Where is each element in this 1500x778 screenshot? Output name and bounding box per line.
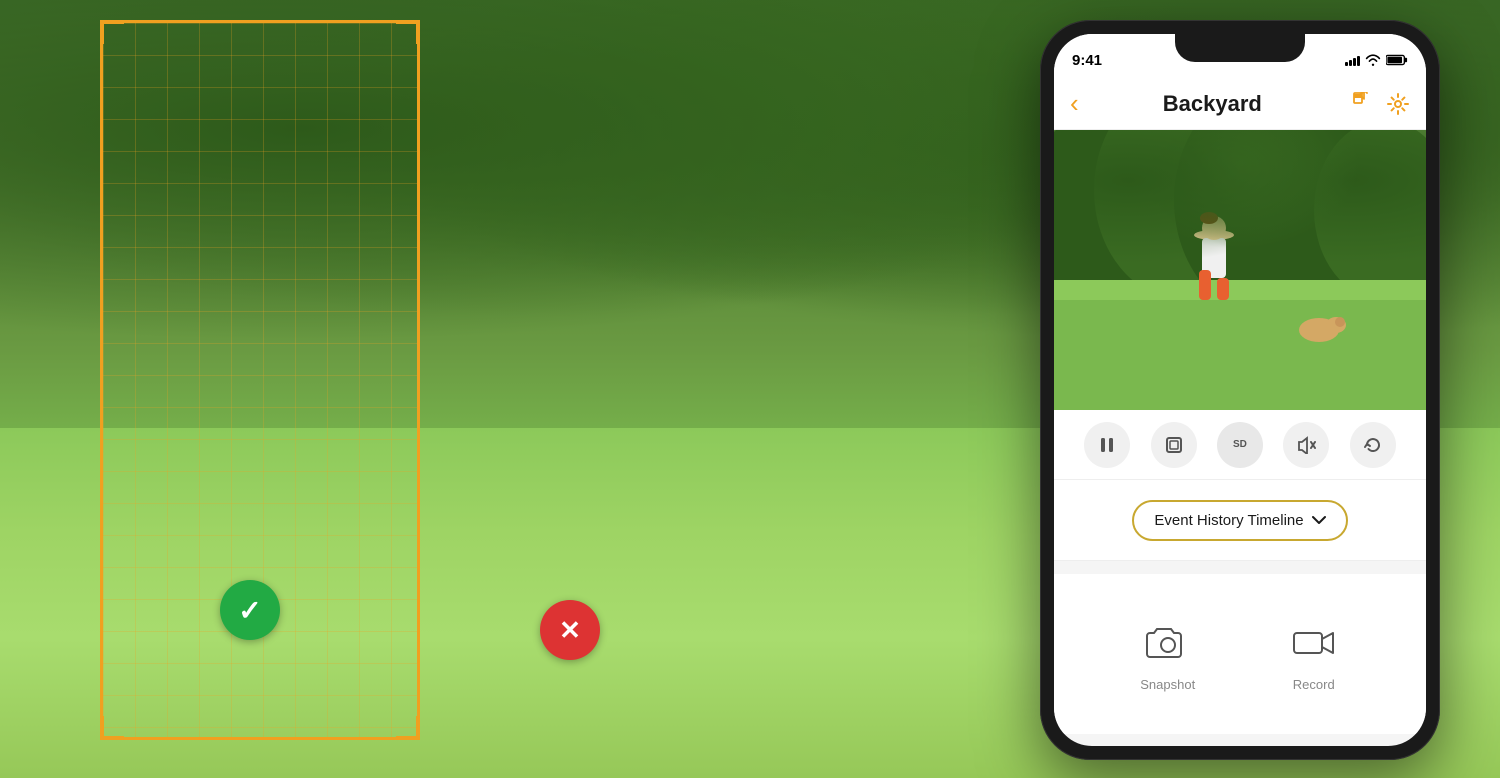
pause-button[interactable] <box>1084 422 1130 468</box>
pause-icon <box>1098 436 1116 454</box>
gear-icon[interactable] <box>1386 92 1410 116</box>
app-header: ‹ Backyard <box>1054 78 1426 130</box>
signal-bar-1 <box>1345 62 1348 66</box>
header-icons <box>1346 92 1410 116</box>
x-circle[interactable]: ✕ <box>540 600 600 660</box>
header-title: Backyard <box>1163 91 1262 117</box>
signal-icon <box>1345 54 1360 66</box>
back-button[interactable]: ‹ <box>1070 88 1079 119</box>
share-icon[interactable] <box>1346 92 1370 116</box>
signal-bar-2 <box>1349 60 1352 66</box>
record-icon-container <box>1288 617 1340 669</box>
control-bar: SD <box>1054 410 1426 480</box>
signal-bar-3 <box>1353 58 1356 66</box>
timeline-pill[interactable]: Event History Timeline <box>1132 500 1347 541</box>
notch <box>1175 34 1305 62</box>
snapshot-icon-container <box>1142 617 1194 669</box>
fullscreen-button[interactable] <box>1151 422 1197 468</box>
phone-screen: 9:41 <box>1054 34 1426 746</box>
x-symbol: ✕ <box>559 615 581 646</box>
detection-area: ✓ ✕ <box>100 20 420 740</box>
snapshot-action[interactable]: Snapshot <box>1140 617 1195 692</box>
divider <box>1054 560 1426 561</box>
snapshot-label: Snapshot <box>1140 677 1195 692</box>
sd-button[interactable]: SD <box>1217 422 1263 468</box>
video-icon <box>1292 625 1336 661</box>
camera-icon <box>1146 625 1190 661</box>
check-symbol: ✓ <box>238 594 261 627</box>
sd-label: SD <box>1233 439 1247 450</box>
mute-button[interactable] <box>1283 422 1329 468</box>
status-icons <box>1345 54 1408 66</box>
mute-icon <box>1296 436 1316 454</box>
timeline-label: Event History Timeline <box>1154 512 1303 529</box>
timeline-section: Event History Timeline <box>1054 480 1426 560</box>
check-circle[interactable]: ✓ <box>220 580 280 640</box>
record-label: Record <box>1293 677 1335 692</box>
wifi-icon <box>1365 54 1381 66</box>
rotate-icon <box>1363 436 1383 454</box>
phone-container: 9:41 <box>1040 20 1440 760</box>
rotate-button[interactable] <box>1350 422 1396 468</box>
chevron-down-icon <box>1312 515 1326 525</box>
status-time: 9:41 <box>1072 52 1102 69</box>
camera-feed-trees <box>1054 130 1426 298</box>
record-action[interactable]: Record <box>1288 617 1340 692</box>
fullscreen-icon <box>1165 436 1183 454</box>
camera-feed[interactable] <box>1054 130 1426 410</box>
signal-bar-4 <box>1357 56 1360 66</box>
bottom-actions: Snapshot Record <box>1054 574 1426 734</box>
battery-icon <box>1386 54 1408 66</box>
